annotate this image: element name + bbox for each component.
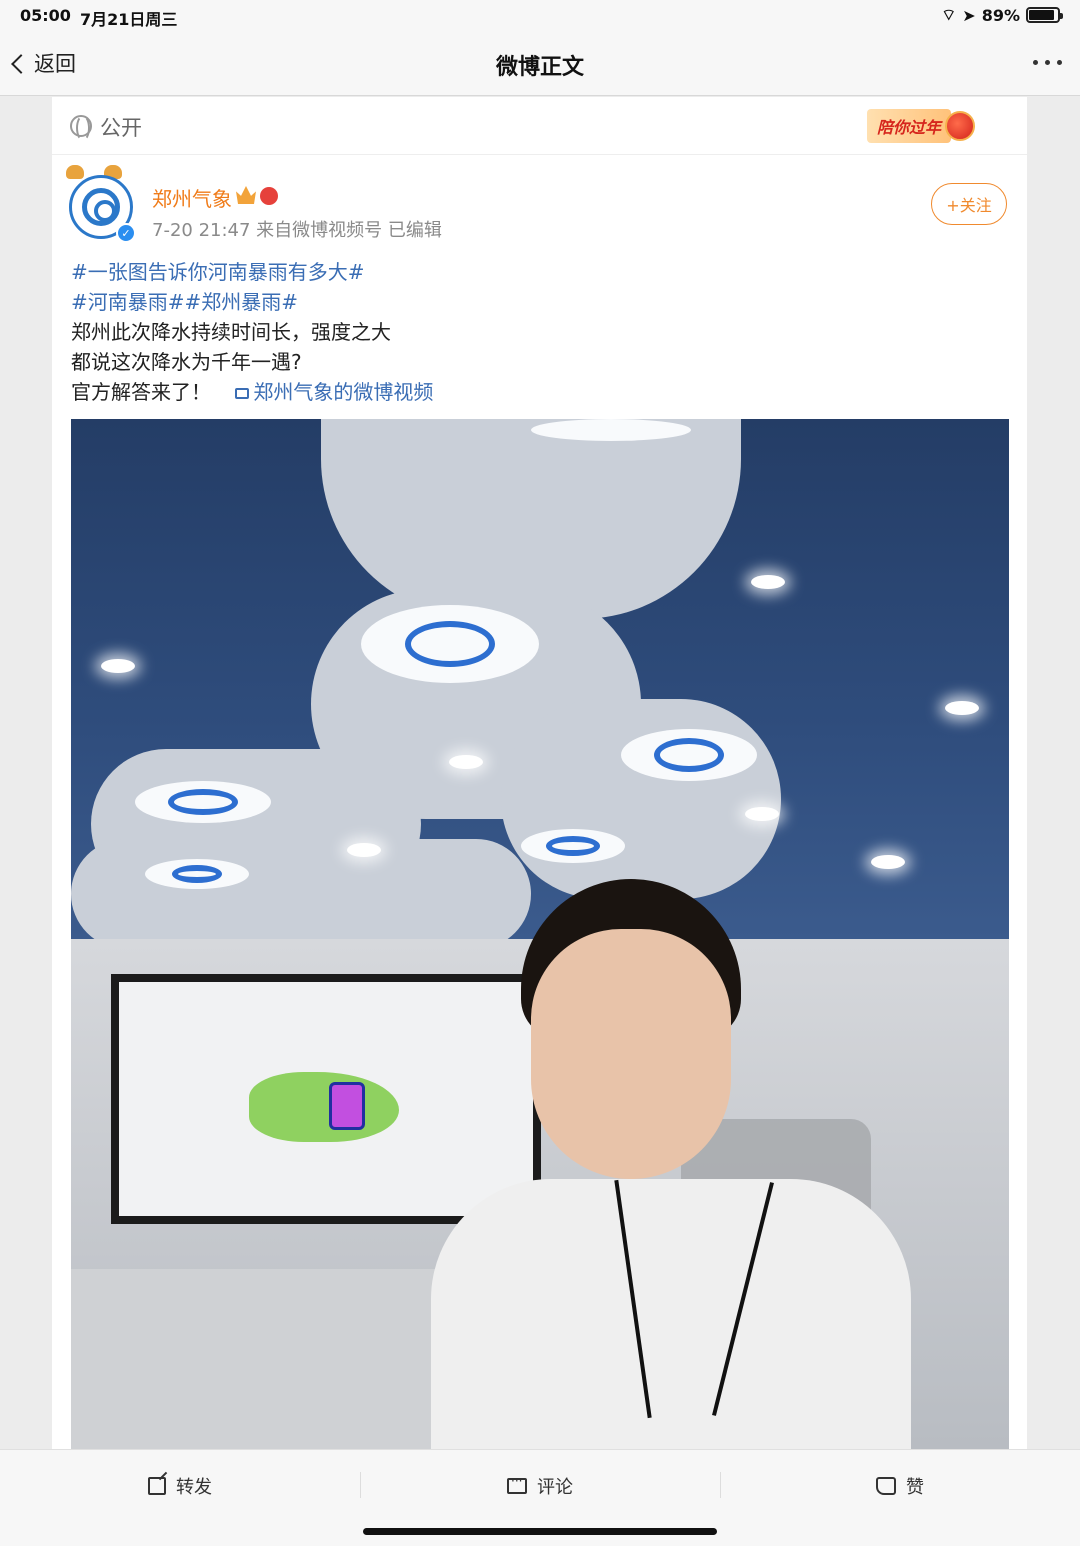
like-label: 赞 bbox=[906, 1476, 924, 1498]
spotlight bbox=[751, 575, 785, 589]
battery-percent: 89% bbox=[981, 5, 1020, 25]
ceiling-logo-light bbox=[521, 829, 625, 863]
hashtag-link[interactable]: #一张图告诉你河南暴雨有多大# bbox=[71, 260, 365, 284]
status-bar: 05:00 7月21日周三 ⌔ ➤ 89% bbox=[0, 0, 1080, 34]
location-icon: ➤ bbox=[962, 5, 976, 25]
rainfall-hotspot bbox=[329, 1082, 365, 1130]
crown-icon bbox=[236, 186, 256, 204]
comment-button[interactable]: 评论 bbox=[360, 1450, 720, 1521]
battery-icon bbox=[1026, 7, 1063, 23]
ceiling-logo-light bbox=[361, 605, 539, 683]
page-title: 微博正文 bbox=[495, 55, 584, 80]
spotlight bbox=[745, 807, 779, 821]
repost-button[interactable]: 转发 bbox=[0, 1450, 360, 1521]
lantern-icon bbox=[945, 111, 976, 141]
comment-label: 评论 bbox=[537, 1476, 573, 1498]
ceiling-logo-light bbox=[135, 781, 271, 823]
wifi-icon: ⌔ bbox=[941, 5, 957, 24]
festival-banner[interactable]: 陪你过年 bbox=[867, 107, 987, 145]
like-button[interactable]: 赞 bbox=[720, 1450, 1080, 1521]
author-name[interactable]: 郑州气象 bbox=[152, 183, 232, 212]
presenter bbox=[431, 879, 911, 1449]
status-indicators: ⌔ ➤ 89% bbox=[941, 5, 1063, 25]
banner-text: 陪你过年 bbox=[867, 109, 952, 143]
rainfall-map bbox=[249, 1072, 399, 1142]
verified-icon: ✓ bbox=[116, 223, 136, 243]
monitor bbox=[111, 974, 541, 1224]
spotlight bbox=[449, 755, 483, 769]
post-meta: 7-20 21:47 来自微博视频号 已编辑 bbox=[152, 220, 442, 241]
hashtag-link[interactable]: #河南暴雨##郑州暴雨# bbox=[71, 290, 298, 314]
comment-icon bbox=[507, 1474, 527, 1494]
globe-icon bbox=[70, 115, 92, 141]
desk bbox=[71, 1269, 491, 1449]
more-dot-icon bbox=[1045, 60, 1050, 65]
video-player[interactable] bbox=[71, 419, 1009, 1449]
video-icon bbox=[235, 388, 250, 399]
medal-icon bbox=[260, 187, 278, 205]
ceiling-panel bbox=[501, 699, 781, 899]
video-link-label: 郑州气象的微博视频 bbox=[253, 380, 434, 404]
monitor-screen bbox=[119, 982, 533, 1216]
thumbs-up-icon bbox=[876, 1476, 896, 1495]
status-time: 05:00 bbox=[20, 6, 71, 25]
ceiling-logo-light bbox=[621, 729, 757, 781]
ceiling-logo-light bbox=[145, 859, 249, 889]
repost-label: 转发 bbox=[176, 1476, 212, 1498]
more-button[interactable] bbox=[1033, 60, 1062, 65]
post-text-line: 都说这次降水为千年一遇? bbox=[71, 350, 302, 374]
video-link[interactable]: 郑州气象的微博视频 bbox=[235, 380, 433, 404]
spotlight bbox=[101, 659, 135, 673]
post-card: 公开 陪你过年 ✓ 郑州气象 7-20 21:47 来自微博视频号 已编辑 +关… bbox=[52, 97, 1027, 1449]
post-text-line: 郑州此次降水持续时间长，强度之大 bbox=[71, 320, 391, 344]
visibility-row: 公开 陪你过年 bbox=[52, 97, 1027, 155]
status-date: 7月21日周三 bbox=[80, 10, 178, 29]
visibility-label: 公开 bbox=[100, 116, 142, 140]
spotlight bbox=[347, 843, 381, 857]
spotlight bbox=[871, 855, 905, 869]
spotlight bbox=[945, 701, 979, 715]
share-icon bbox=[148, 1476, 166, 1495]
more-dot-icon bbox=[1033, 60, 1038, 65]
presenter-shirt bbox=[431, 1179, 911, 1449]
ceiling-panel bbox=[71, 839, 531, 949]
ceiling-light bbox=[531, 419, 691, 441]
nav-bar: 返回 微博正文 bbox=[0, 34, 1080, 96]
more-dot-icon bbox=[1057, 60, 1062, 65]
presenter-face bbox=[531, 929, 731, 1179]
weather-logo-icon bbox=[82, 188, 120, 226]
action-bar: 转发 评论 赞 bbox=[0, 1449, 1080, 1521]
post-body: #一张图告诉你河南暴雨有多大# #河南暴雨##郑州暴雨# 郑州此次降水持续时间长… bbox=[71, 257, 1001, 407]
post-text-line: 官方解答来了！ bbox=[71, 380, 211, 404]
home-indicator[interactable] bbox=[363, 1528, 717, 1535]
follow-button[interactable]: +关注 bbox=[931, 183, 1007, 225]
